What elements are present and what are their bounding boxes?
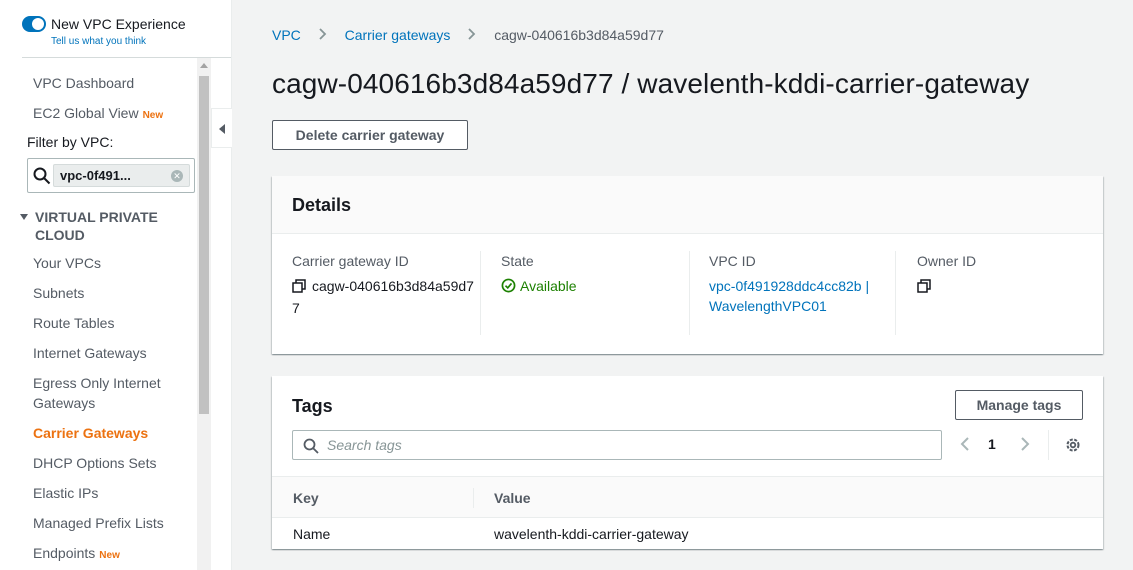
manage-tags-button[interactable]: Manage tags [955, 390, 1083, 420]
status-available-icon [501, 278, 516, 298]
page-number[interactable]: 1 [988, 436, 996, 452]
copy-icon[interactable] [292, 278, 306, 298]
column-divider [473, 488, 474, 508]
field-state: State Available [501, 251, 701, 298]
state-value: Available [520, 278, 577, 294]
sidebar-item-carrier-gateways[interactable]: Carrier Gateways [33, 423, 148, 443]
filter-by-vpc-label: Filter by VPC: [27, 134, 114, 150]
details-title: Details [292, 195, 352, 215]
sidebar-item-dhcp-options-sets[interactable]: DHCP Options Sets [33, 453, 156, 473]
scroll-thumb[interactable] [199, 76, 209, 414]
details-header: Details [272, 176, 1103, 234]
search-tags-box[interactable] [292, 430, 942, 460]
sidebar-item-ec2-global-view[interactable]: EC2 Global View New [33, 103, 163, 126]
state-value-wrap: Available [501, 276, 701, 298]
tag-key-cell: Name [293, 526, 331, 542]
sidebar-item-subnets[interactable]: Subnets [33, 283, 84, 303]
tags-title: Tags [292, 396, 333, 416]
new-vpc-experience-toggle[interactable] [22, 16, 46, 32]
field-label: State [501, 253, 534, 269]
sidebar-item-managed-prefix-lists[interactable]: Managed Prefix Lists [33, 513, 164, 533]
page-title: cagw-040616b3d84a59d77 / wavelenth-kddi-… [272, 68, 1030, 99]
sidebar-item-vpc-dashboard[interactable]: VPC Dashboard [33, 73, 134, 93]
sidebar-nav: VPC Dashboard EC2 Global View New Filter … [0, 58, 196, 570]
field-owner-id: Owner ID [917, 251, 1117, 298]
breadcrumb-carrier-gateways[interactable]: Carrier gateways [345, 27, 451, 43]
collapse-sidebar-icon [219, 124, 225, 134]
tag-value-cell: wavelenth-kddi-carrier-gateway [494, 526, 689, 542]
carrier-gateway-id-value: cagw-040616b3d84a59d77 [292, 278, 474, 316]
new-badge: New [142, 110, 164, 121]
column-divider [689, 251, 690, 335]
new-badge: New [99, 550, 120, 561]
column-header-key: Key [293, 490, 319, 506]
sidebar-item-endpoints[interactable]: Endpoints New [33, 543, 120, 566]
breadcrumb-current: cagw-040616b3d84a59d77 [494, 27, 664, 43]
feedback-link[interactable]: Tell us what you think [51, 36, 146, 47]
vpc-filter-chip[interactable]: vpc-0f491... ✕ [53, 164, 190, 187]
search-tags-input[interactable] [327, 435, 927, 455]
field-value-wrap: cagw-040616b3d84a59d77 [292, 276, 477, 318]
sidebar-item-your-vpcs[interactable]: Your VPCs [33, 253, 101, 273]
search-icon [303, 438, 319, 457]
breadcrumb-vpc[interactable]: VPC [272, 27, 301, 43]
chevron-right-icon[interactable] [1020, 436, 1030, 455]
tags-panel: Tags Manage tags 1 Key Value Name wavele… [272, 376, 1103, 549]
vpc-id-link[interactable]: vpc-0f491928ddc4cc82b | WavelengthVPC01 [709, 276, 881, 316]
details-panel: Details Carrier gateway ID cagw-040616b3… [272, 176, 1103, 354]
vpc-filter-value: vpc-0f491... [60, 168, 131, 183]
sidebar-item-elastic-ips[interactable]: Elastic IPs [33, 483, 98, 503]
copy-icon[interactable] [917, 278, 931, 298]
scroll-up-arrow-icon[interactable] [200, 63, 208, 68]
sidebar-item-egress-only-internet-gateways[interactable]: Egress Only Internet Gateways [33, 373, 183, 413]
chevron-right-icon [319, 27, 327, 43]
breadcrumb: VPC Carrier gateways cagw-040616b3d84a59… [272, 27, 664, 43]
sidebar-item-internet-gateways[interactable]: Internet Gateways [33, 343, 147, 363]
chevron-right-icon [468, 27, 476, 43]
field-label: Owner ID [917, 253, 977, 269]
chevron-left-icon[interactable] [960, 436, 970, 455]
sidebar-item-route-tables[interactable]: Route Tables [33, 313, 114, 333]
sidebar-scrollbar[interactable] [197, 58, 211, 570]
column-header-value: Value [494, 490, 531, 506]
pager-divider [1048, 430, 1049, 460]
settings-gear-icon[interactable] [1064, 436, 1082, 457]
toggle-title: New VPC Experience [51, 16, 186, 32]
collapse-sidebar-button[interactable] [211, 108, 232, 148]
field-label: Carrier gateway ID [292, 253, 409, 269]
field-carrier-gateway-id: Carrier gateway ID cagw-040616b3d84a59d7… [292, 251, 477, 318]
owner-id-value-wrap [917, 276, 1117, 298]
search-icon [33, 167, 51, 188]
field-label: VPC ID [709, 253, 756, 269]
vpc-filter-select[interactable]: vpc-0f491... ✕ [27, 158, 195, 193]
sidebar: New VPC Experience Tell us what you thin… [0, 0, 232, 570]
column-divider [895, 251, 896, 335]
clear-filter-icon[interactable]: ✕ [171, 170, 183, 182]
field-vpc-id: VPC ID vpc-0f491928ddc4cc82b | Wavelengt… [709, 251, 881, 316]
tags-table-header: Key Value [272, 476, 1103, 518]
column-divider [480, 251, 481, 335]
caret-down-icon [20, 214, 28, 220]
table-row: Name wavelenth-kddi-carrier-gateway [272, 518, 1103, 549]
delete-carrier-gateway-button[interactable]: Delete carrier gateway [272, 120, 468, 150]
